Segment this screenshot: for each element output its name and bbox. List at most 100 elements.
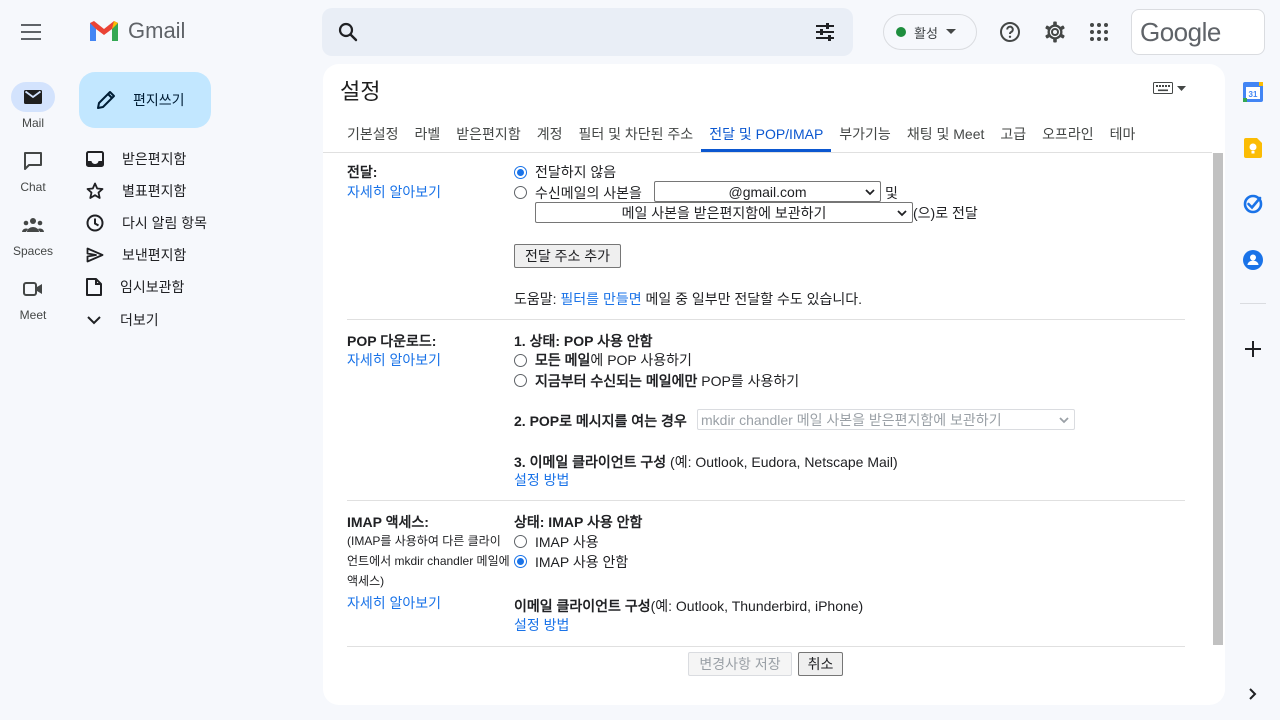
get-addons-button[interactable] (1241, 337, 1265, 361)
keep-app-button[interactable] (1241, 136, 1265, 160)
forwarding-and-text: 및 (885, 185, 898, 201)
imap-status: 상태: IMAP 사용 안함 (514, 514, 643, 530)
pop-setup-link[interactable]: 설정 방법 (514, 470, 569, 490)
imap-learn-more-link[interactable]: 자세히 알아보기 (347, 593, 441, 613)
tip-suffix: 메일 중 일부만 전달할 수도 있습니다. (641, 291, 863, 307)
chevron-down-icon (865, 189, 875, 196)
plus-icon (1245, 341, 1261, 357)
folder-drafts[interactable]: 임시보관함 (86, 271, 306, 303)
create-filter-link[interactable]: 필터를 만들면 (560, 291, 641, 307)
chat-icon (24, 152, 42, 170)
forwarding-on-radio[interactable] (514, 186, 527, 199)
tab-chat-meet[interactable]: 채팅 및 Meet (899, 116, 993, 152)
tab-labels[interactable]: 라벨 (407, 116, 449, 152)
imap-setup-link[interactable]: 설정 방법 (514, 615, 569, 635)
gear-icon (1045, 21, 1065, 43)
tab-inbox[interactable]: 받은편지함 (448, 116, 528, 152)
pop-new-mail-radio[interactable] (514, 374, 527, 387)
rail-mail[interactable]: Mail (4, 82, 62, 130)
section-divider (347, 646, 1185, 647)
search-bar[interactable] (322, 8, 853, 56)
tab-themes[interactable]: 테마 (1102, 116, 1144, 152)
tab-forwarding-pop-imap[interactable]: 전달 및 POP/IMAP (701, 116, 832, 152)
caret-down-icon (1177, 85, 1186, 91)
svg-text:31: 31 (1249, 90, 1258, 99)
chevron-down-icon (87, 316, 101, 325)
mail-icon (24, 90, 42, 104)
gmail-logo[interactable]: Gmail (88, 18, 185, 44)
forwarding-off-radio[interactable] (514, 166, 527, 179)
apps-button[interactable] (1079, 12, 1119, 52)
tab-addons[interactable]: 부가기능 (831, 116, 899, 152)
tab-accounts[interactable]: 계정 (529, 116, 571, 152)
forwarding-learn-more-link[interactable]: 자세히 알아보기 (347, 182, 441, 202)
calendar-app-button[interactable]: 31 (1241, 80, 1265, 104)
folder-inbox[interactable]: 받은편지함 (86, 143, 306, 175)
section-divider (347, 319, 1185, 320)
main-menu-button[interactable] (12, 12, 52, 52)
folder-more[interactable]: 더보기 (86, 304, 306, 336)
cancel-button[interactable]: 취소 (798, 652, 843, 676)
imap-disable-radio[interactable] (514, 555, 527, 568)
status-label: 활성 (914, 25, 938, 41)
add-forwarding-address-button[interactable]: 전달 주소 추가 (514, 244, 621, 268)
contacts-app-button[interactable] (1241, 248, 1265, 272)
google-account-button[interactable]: Google (1131, 9, 1265, 55)
pop-all-mail-radio[interactable] (514, 354, 527, 367)
save-changes-button[interactable]: 변경사항 저장 (688, 652, 792, 676)
page-title: 설정 (340, 79, 381, 104)
folder-label: 보낸편지함 (122, 247, 187, 263)
rail-spaces[interactable]: Spaces (4, 210, 62, 258)
send-icon (86, 247, 104, 263)
folder-snoozed[interactable]: 다시 알림 항목 (86, 207, 306, 239)
chevron-right-icon (1249, 688, 1257, 700)
hamburger-icon (21, 24, 41, 40)
star-icon (86, 182, 104, 199)
pop-learn-more-link[interactable]: 자세히 알아보기 (347, 350, 441, 370)
compose-label: 편지쓰기 (133, 92, 185, 108)
rail-chat[interactable]: Chat (4, 146, 62, 194)
imap-description: (IMAP를 사용하여 다른 클라이언트에서 mkdir chandler 메일… (347, 534, 510, 588)
help-icon (1000, 22, 1020, 42)
chevron-down-icon (1059, 417, 1069, 424)
tab-filters[interactable]: 필터 및 차단된 주소 (570, 116, 701, 152)
pop-client-bold: 3. 이메일 클라이언트 구성 (514, 454, 667, 470)
forwarding-action-select[interactable]: 메일 사본을 받은편지함에 보관하기 (535, 202, 913, 223)
tasks-app-button[interactable] (1241, 192, 1265, 216)
forwarding-address-select[interactable]: @gmail.com (654, 181, 881, 202)
forwarding-action-value: 메일 사본을 받은편지함에 보관하기 (621, 204, 827, 221)
rail-label: Spaces (12, 244, 54, 258)
settings-panel: 설정 기본설정 라벨 받은편지함 계정 필터 및 차단된 주소 전달 및 POP… (323, 64, 1225, 705)
pop-new-mail-label: 지금부터 수신되는 메일에만 POP를 사용하기 (535, 371, 799, 391)
tab-advanced[interactable]: 고급 (992, 116, 1034, 152)
pop-client-config: 3. 이메일 클라이언트 구성 (예: Outlook, Eudora, Net… (514, 452, 898, 472)
keep-icon (1244, 138, 1262, 158)
help-button[interactable] (990, 12, 1030, 52)
search-options-icon[interactable] (813, 20, 837, 44)
active-status-dot (896, 27, 906, 37)
show-side-panel-button[interactable] (1241, 682, 1265, 706)
tab-general[interactable]: 기본설정 (339, 116, 407, 152)
pop-when-select[interactable]: mkdir chandler 메일 사본을 받은편지함에 보관하기 (697, 409, 1075, 430)
tab-offline[interactable]: 오프라인 (1034, 116, 1102, 152)
rail-label: Meet (19, 308, 47, 322)
pop-all-mail-bold: 모든 메일 (535, 352, 591, 368)
scrollbar-thumb[interactable] (1213, 153, 1223, 645)
pop-all-mail-label: 모든 메일에 POP 사용하기 (535, 350, 692, 370)
folder-sent[interactable]: 보낸편지함 (86, 239, 306, 271)
spaces-icon (22, 218, 44, 232)
status-dropdown[interactable]: 활성 (883, 14, 977, 50)
search-icon[interactable] (336, 20, 360, 44)
imap-enable-radio[interactable] (514, 535, 527, 548)
pop-label: POP 다운로드: (347, 333, 437, 349)
folder-label: 별표편지함 (122, 183, 187, 199)
forwarding-address-value: @gmail.com (728, 183, 807, 200)
forwarding-off-label: 전달하지 않음 (535, 164, 617, 180)
input-tools-button[interactable] (1153, 82, 1186, 94)
rail-label: Chat (20, 180, 46, 194)
settings-button[interactable] (1035, 12, 1075, 52)
tabs-divider (323, 152, 1225, 153)
rail-meet[interactable]: Meet (4, 274, 62, 322)
folder-starred[interactable]: 별표편지함 (86, 175, 306, 207)
compose-button[interactable]: 편지쓰기 (79, 72, 211, 128)
